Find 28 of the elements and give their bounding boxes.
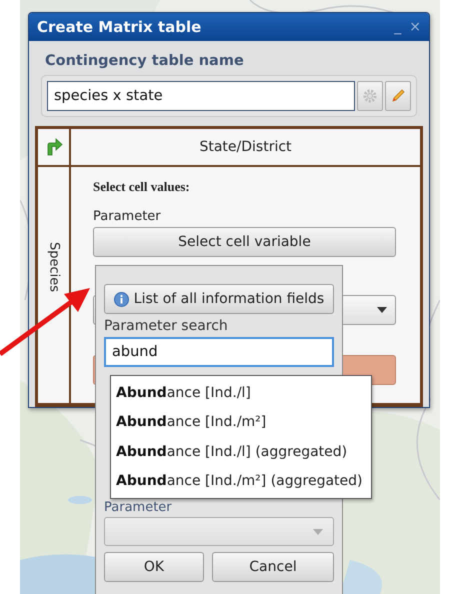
pencil-icon <box>390 88 406 104</box>
window-title: Create Matrix table <box>37 18 202 36</box>
name-field[interactable]: species x state <box>47 81 355 111</box>
select-button[interactable]: Select cell variable <box>93 227 396 257</box>
bent-arrow-icon[interactable] <box>44 138 62 156</box>
suggestion-item[interactable]: Abundance [Ind./l] <box>111 384 371 401</box>
column-header: State/District <box>71 129 420 167</box>
field-label: Parameter <box>104 500 172 515</box>
list-button[interactable]: List of all information fields <box>104 284 334 314</box>
search-field[interactable]: abund <box>104 337 334 367</box>
field-label: Contingency table name <box>45 53 245 69</box>
field-label: Parameter <box>93 209 161 224</box>
minimize-button[interactable]: _ <box>394 19 402 35</box>
gear-icon <box>362 88 378 104</box>
info-icon <box>114 292 129 306</box>
caret-icon <box>313 528 323 534</box>
suggestion-item[interactable]: Abundance [Ind./m²] <box>111 414 371 430</box>
cancel-button[interactable]: Cancel <box>212 552 334 582</box>
field-label: Parameter search <box>104 318 229 334</box>
close-button[interactable]: × <box>409 19 421 35</box>
suggestion-item[interactable]: Abundance [Ind./l] (aggregated) <box>111 444 371 460</box>
row-header: Species <box>46 242 61 292</box>
section-heading: Select cell values: <box>93 179 190 195</box>
ok-button[interactable]: OK <box>104 552 204 582</box>
caret-icon <box>377 307 387 313</box>
gear-button[interactable] <box>357 81 383 111</box>
pencil-button[interactable] <box>385 81 411 111</box>
suggestion-item[interactable]: Abundance [Ind./m²] (aggregated) <box>111 473 371 490</box>
